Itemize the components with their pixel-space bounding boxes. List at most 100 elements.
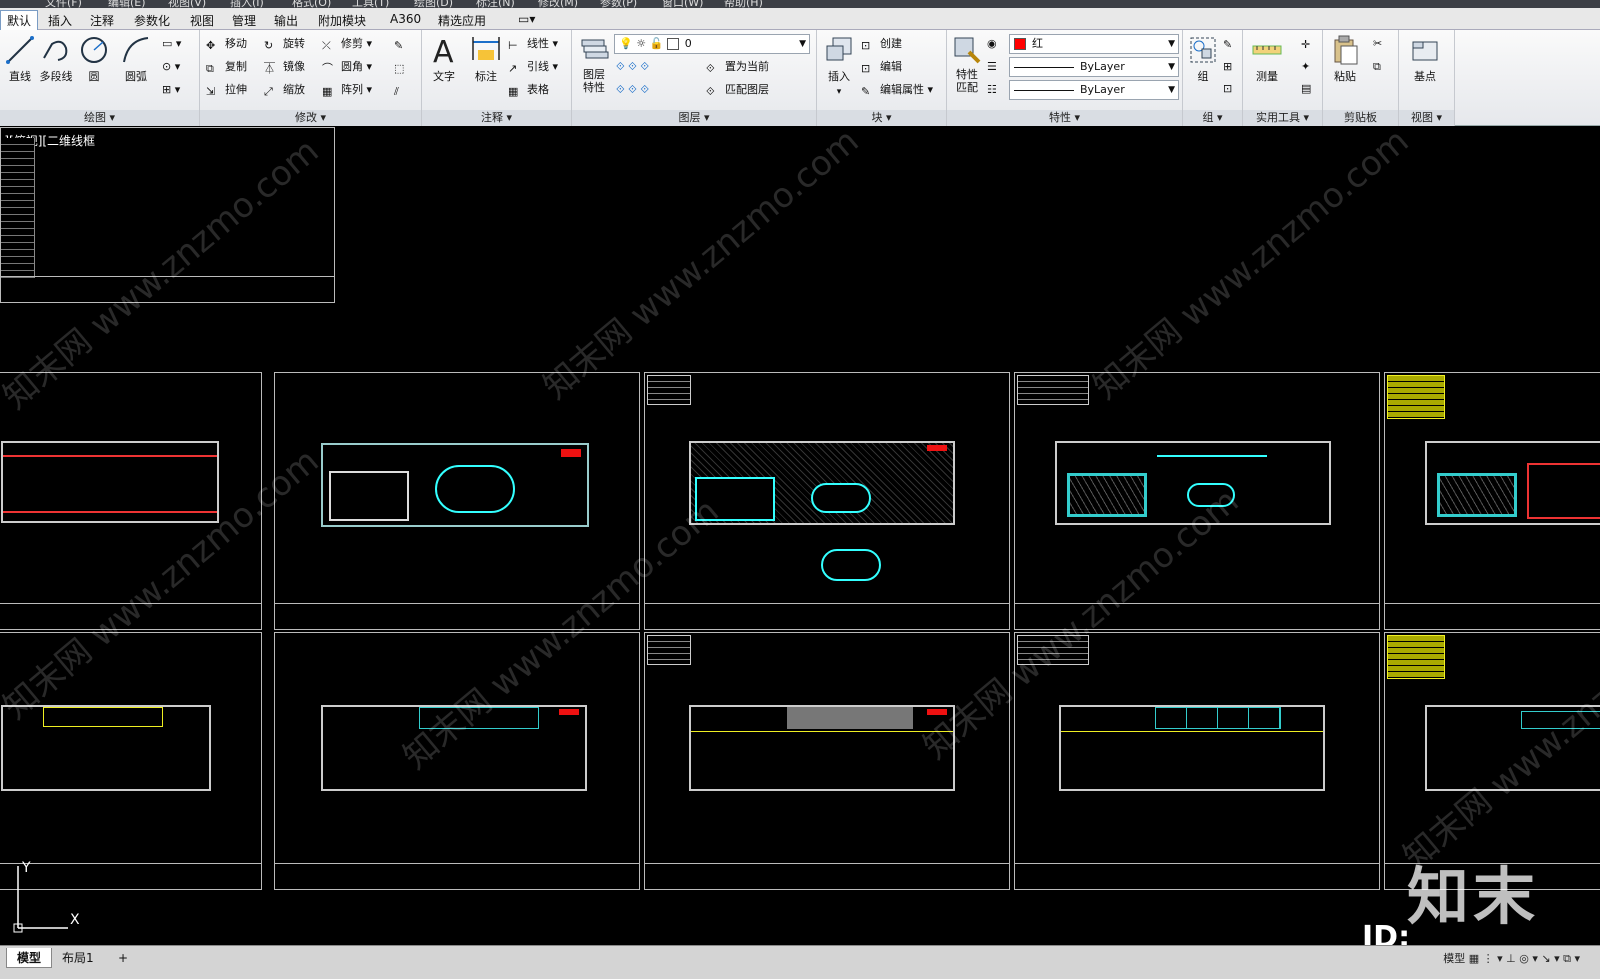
menu-item-help[interactable]: 帮助(H) [724,0,763,8]
linetype-dropdown[interactable]: ByLayer ▼ [1009,57,1179,77]
snap-icon[interactable]: ⋮ ▾ [1483,952,1507,965]
menu-item-window[interactable]: 窗口(W) [662,0,703,8]
grid-icon[interactable]: ▦ [1469,952,1483,965]
tab-insert[interactable]: 插入 [42,11,78,29]
menu-item-format[interactable]: 格式(O) [292,0,331,8]
panel-layers-title[interactable]: 图层 ▾ [572,110,816,126]
dimension-button[interactable]: 标注 [466,34,506,84]
leader-button[interactable]: ↗ 引线 ▾ [508,57,558,77]
layer-dropdown[interactable]: 💡 ☼ 🔓 0 ▼ [614,34,810,54]
rotate-button[interactable]: ↻ 旋转 [264,34,305,54]
insert-block-button[interactable]: 插入 ▾ [819,34,859,97]
panel-view-title[interactable]: 视图 ▾ [1399,110,1454,126]
lineweight-list-icon[interactable]: ☷ [987,80,997,100]
sheet-title-block [275,863,639,889]
paste-button[interactable]: 粘贴 [1325,34,1365,84]
tab-annotate[interactable]: 注释 [84,11,120,29]
match-properties-button[interactable]: 特性 匹配 [947,34,987,94]
edit-block-button[interactable]: ⊡ 编辑 [861,57,902,77]
hatch-tool[interactable]: ⊙ ▾ [162,57,180,77]
move-button[interactable]: ✥ 移动 [206,34,247,54]
panel-clipboard-title[interactable]: 剪贴板 [1323,110,1398,126]
svg-text:Y: Y [21,860,31,876]
copy-button[interactable]: ⧉ 复制 [206,57,247,77]
polar-icon[interactable]: ◎ ▾ [1519,952,1541,965]
menu-item-insert[interactable]: 插入(I) [230,0,264,8]
arc-button[interactable]: 圆弧 [116,34,156,84]
trim-button[interactable]: ⤫ 修剪 ▾ [322,34,372,54]
set-current-button[interactable]: ⟐ 置为当前 [706,57,769,77]
tab-parametric[interactable]: 参数化 [128,11,176,29]
linetype-value: ByLayer [1080,60,1125,73]
osnap-icon[interactable]: ↘ ▾ [1541,952,1563,965]
legend-table [1017,375,1089,405]
copy-clip-icon[interactable]: ⧉ [1373,57,1381,77]
layer-properties-button[interactable]: 图层 特性 [574,34,614,94]
create-block-button[interactable]: ⊡ 创建 [861,34,902,54]
menu-item-file[interactable]: 文件(F) [45,0,82,8]
measure-button[interactable]: 测量 [1247,34,1287,84]
stretch-button[interactable]: ⇲ 拉伸 [206,80,247,100]
ortho-icon[interactable]: ⊥ [1506,952,1519,965]
layer-tools-row1[interactable]: ⟐ ⟐ ⟐ [616,57,649,77]
erase-button[interactable]: ✎ [394,34,413,54]
ribbon-options-icon[interactable]: ▭▾ [512,11,541,29]
base-point-button[interactable]: 基点 [1405,34,1445,84]
tab-featured-apps[interactable]: 精选应用 [432,11,492,29]
text-button[interactable]: A 文字 [424,34,464,84]
circle-label: 圆 [88,70,100,83]
panel-modify-title[interactable]: 修改 ▾ [200,110,421,126]
chevron-down-icon: ▼ [1168,85,1175,95]
menu-item-modify[interactable]: 修改(M) [538,0,578,8]
menu-item-edit[interactable]: 编辑(E) [108,0,146,8]
paste-icon [1334,35,1358,65]
panel-utilities-title[interactable]: 实用工具 ▾ [1243,110,1322,126]
panel-draw-title[interactable]: 绘图 ▾ [0,110,199,126]
circle-button[interactable]: 圆 [74,34,114,84]
array-button[interactable]: ▦ 阵列 ▾ [322,80,372,100]
tab-output[interactable]: 输出 [268,11,304,29]
workspace-icon[interactable]: ⧉ ▾ [1563,952,1580,965]
rectangle-tool[interactable]: ▭ ▾ [162,34,181,54]
edit-attributes-button[interactable]: ✎ 编辑属性 ▾ [861,80,933,100]
cut-icon[interactable]: ✂ [1373,34,1382,54]
linetype-list-icon[interactable]: ☰ [987,57,997,77]
mirror-button[interactable]: ⏄ 镜像 [264,57,305,77]
tab-model[interactable]: 模型 [6,948,53,968]
tab-view[interactable]: 视图 [184,11,220,29]
match-layer-button[interactable]: ⟐ 匹配图层 [706,80,769,100]
lineweight-dropdown[interactable]: ByLayer ▼ [1009,80,1179,100]
fillet-button[interactable]: ⌒ 圆角 ▾ [322,57,372,77]
color-dropdown[interactable]: 红 ▼ [1009,34,1179,54]
menu-item-view[interactable]: 视图(V) [168,0,206,8]
drawing-area[interactable]: -][俯视][二维线框 知末网 www.znzmo.com 知末网 www.zn… [0,127,1600,945]
scale-button[interactable]: ⤢ 缩放 [264,80,305,100]
offset-button[interactable]: ⫽ [394,80,413,100]
explode-button[interactable]: ⬚ [394,57,413,77]
line-button[interactable]: 直线 [0,34,40,84]
gradient-tool[interactable]: ⊞ ▾ [162,80,180,100]
table-button[interactable]: ▦ 表格 [508,80,549,100]
status-model-label[interactable]: 模型 [1443,952,1465,965]
add-layout-button[interactable]: + [108,948,138,968]
group-tools[interactable]: ✎ ⊞ ⊡ [1223,34,1232,95]
tab-addins[interactable]: 附加模块 [312,11,372,29]
group-button[interactable]: 组 [1183,34,1223,84]
panel-annotation-title[interactable]: 注释 ▾ [422,110,571,126]
polyline-button[interactable]: 多段线 [36,34,76,84]
layer-tools-row2[interactable]: ⟐ ⟐ ⟐ [616,80,649,100]
panel-group-title[interactable]: 组 ▾ [1183,110,1242,126]
tab-layout1[interactable]: 布局1 [52,948,104,968]
color-wheel-icon[interactable]: ◉ [987,34,997,54]
menu-item-dimension[interactable]: 标注(N) [476,0,515,8]
utility-tools[interactable]: ✛ ✦ ▤ [1301,34,1311,95]
linear-dim-button[interactable]: ⊢ 线性 ▾ [508,34,558,54]
tab-manage[interactable]: 管理 [226,11,262,29]
tab-a360[interactable]: A360 [384,11,427,29]
panel-properties-title[interactable]: 特性 ▾ [947,110,1182,126]
panel-block-title[interactable]: 块 ▾ [817,110,946,126]
tab-default[interactable]: 默认 [0,10,39,30]
menu-item-param[interactable]: 参数(P) [600,0,637,8]
menu-item-tools[interactable]: 工具(T) [352,0,389,8]
menu-item-draw[interactable]: 绘图(D) [414,0,453,8]
